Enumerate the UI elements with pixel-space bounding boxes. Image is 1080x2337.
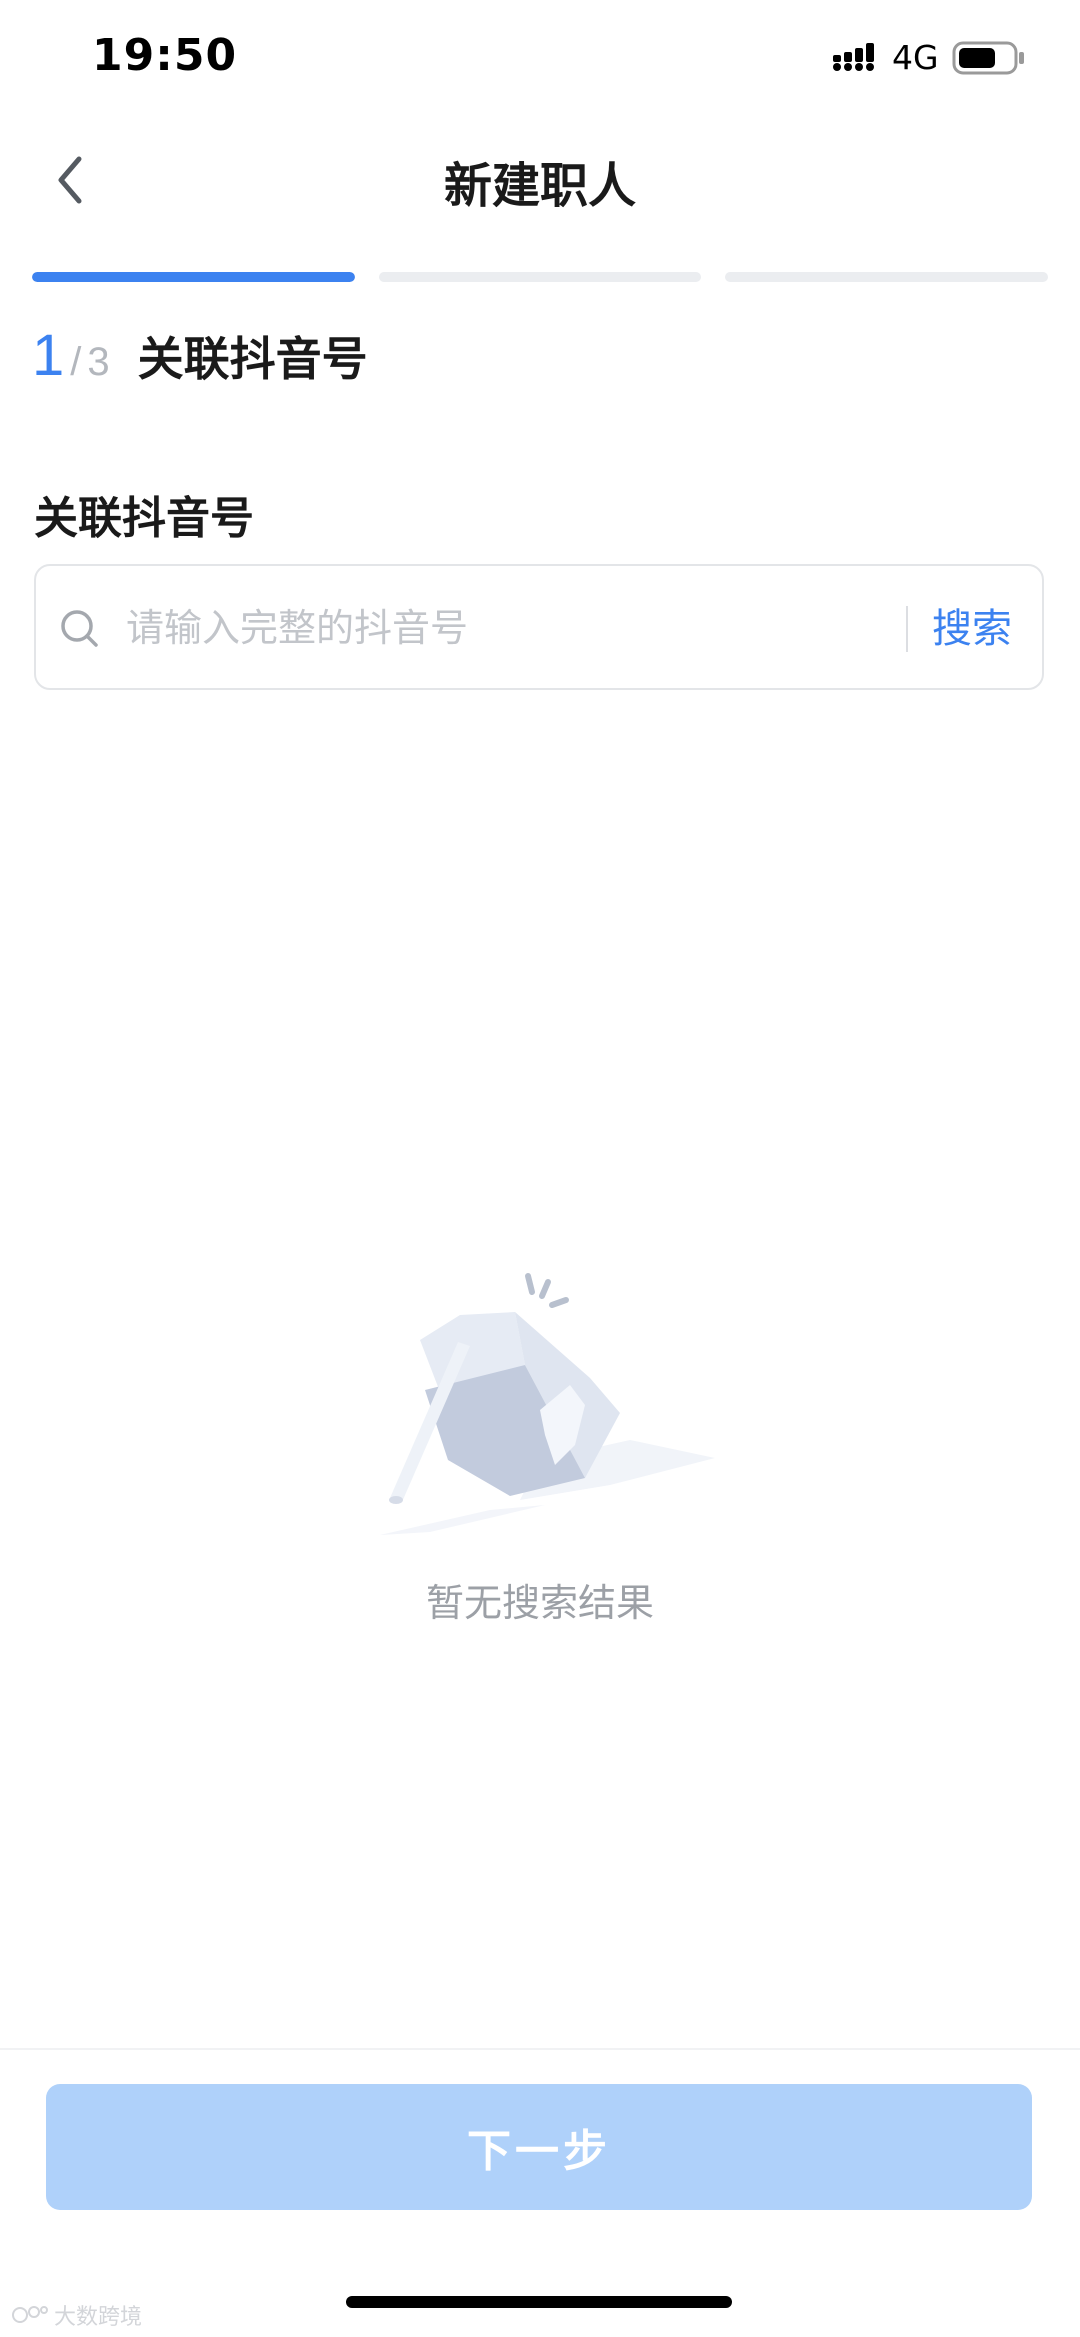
watermark-text: 大数跨境 [54, 2305, 143, 2330]
page-title: 新建职人 [443, 158, 636, 214]
watermark: 大数跨境 [10, 2300, 142, 2330]
home-indicator[interactable] [346, 2296, 732, 2308]
progress-segment-1 [32, 272, 355, 282]
search-box: 搜索 [34, 564, 1044, 690]
empty-box-illustration [380, 1273, 715, 1535]
search-button[interactable]: 搜索 [932, 594, 1012, 664]
network-type: 4G [892, 38, 939, 77]
next-step-button[interactable]: 下一步 [46, 2084, 1032, 2210]
watermark-logo-icon [12, 2306, 48, 2323]
footer-divider [0, 2048, 1080, 2050]
progress-fill [32, 272, 355, 282]
status-time: 19:50 [92, 30, 238, 81]
step-total: 3 [87, 340, 110, 384]
step-progress [32, 272, 1049, 282]
empty-state-text: 暂无搜索结果 [425, 1581, 654, 1625]
step-current: 1 [32, 323, 65, 388]
field-label: 关联抖音号 [34, 493, 254, 544]
step-header: 1 / 3 关联抖音号 [32, 322, 368, 392]
status-bar: 19:50 4G [0, 0, 1080, 120]
search-divider [906, 606, 908, 652]
progress-segment-3 [725, 272, 1049, 282]
step-separator: / [70, 340, 82, 384]
progress-segment-2 [378, 272, 702, 282]
search-icon [61, 610, 98, 647]
step-title: 关联抖音号 [137, 332, 368, 386]
search-input[interactable] [126, 586, 906, 670]
battery-icon [952, 41, 1024, 75]
signal-icon [833, 43, 874, 71]
